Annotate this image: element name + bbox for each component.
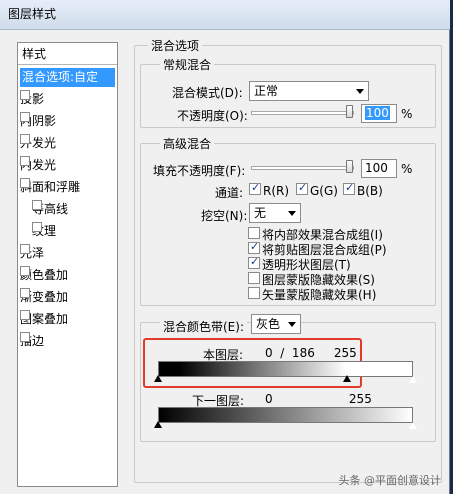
- this-layer-values: 0 / 186 255: [265, 346, 357, 360]
- satin-checkbox[interactable]: [20, 244, 30, 254]
- underlying-layer-gradient: [158, 407, 413, 423]
- stroke-checkbox[interactable]: [20, 332, 30, 342]
- blend-mode-select[interactable]: 正常: [249, 81, 369, 101]
- blend-if-select[interactable]: 灰色: [251, 314, 301, 334]
- chevron-down-icon: [288, 322, 296, 327]
- channel-r-label: R(R): [263, 184, 290, 198]
- style-item-contour[interactable]: 等高线: [20, 200, 115, 219]
- channel-g-label: G(G): [310, 184, 338, 198]
- style-item-bevel-emboss[interactable]: 斜面和浮雕: [20, 178, 115, 197]
- fill-opacity-label: 填充不透明度(F):: [153, 164, 246, 178]
- fill-opacity-input[interactable]: 100: [361, 159, 397, 178]
- style-item-texture[interactable]: 纹理: [20, 222, 115, 241]
- styles-list-header: 样式: [18, 43, 117, 65]
- drop-shadow-checkbox[interactable]: [20, 90, 30, 100]
- opacity-slider-thumb[interactable]: [346, 105, 353, 118]
- bevel-emboss-checkbox[interactable]: [20, 178, 30, 188]
- pattern-overlay-checkbox[interactable]: [20, 310, 30, 320]
- contour-checkbox[interactable]: [32, 200, 42, 210]
- watermark: 头条 @平面创意设计: [338, 474, 442, 487]
- style-item-stroke[interactable]: 描边: [20, 332, 115, 351]
- inner-shadow-checkbox[interactable]: [20, 112, 30, 122]
- vector-mask-hides-checkbox[interactable]: [248, 287, 260, 299]
- channel-g-checkbox[interactable]: [296, 181, 308, 195]
- transparency-shapes-checkbox[interactable]: [248, 255, 260, 269]
- window-title: 图层样式: [8, 7, 57, 21]
- color-overlay-checkbox[interactable]: [20, 266, 30, 276]
- underlying-layer-values: 0 255: [265, 392, 372, 406]
- underlying-layer-white-slider[interactable]: [408, 421, 418, 430]
- fill-opacity-slider-thumb[interactable]: [346, 160, 353, 173]
- this-layer-split-slider[interactable]: [343, 375, 351, 382]
- layer-style-dialog: 图层样式 样式 混合选项:自定 投影 内阴影 外发光 内发光 斜面和浮雕 等高线…: [0, 0, 450, 494]
- chevron-down-icon: [288, 211, 296, 216]
- underlying-layer-black-slider[interactable]: [154, 421, 162, 428]
- chevron-down-icon: [356, 89, 364, 94]
- layer-mask-hides-checkbox[interactable]: [248, 272, 260, 284]
- texture-checkbox[interactable]: [32, 222, 42, 232]
- opacity-unit: %: [401, 107, 413, 121]
- blend-interior-checkbox[interactable]: [248, 227, 260, 239]
- advanced-blending-title: 高级混合: [160, 135, 215, 152]
- blend-mode-value: 正常: [254, 84, 279, 98]
- style-item-pattern-overlay[interactable]: 图案叠加: [20, 310, 115, 329]
- blend-if-label: 混合颜色带(E):: [160, 318, 247, 335]
- opacity-slider-track[interactable]: [251, 111, 354, 115]
- this-layer-white-slider[interactable]: [408, 375, 418, 384]
- general-blending-title: 常规混合: [160, 56, 215, 73]
- style-item-outer-glow[interactable]: 外发光: [20, 134, 115, 153]
- style-item-inner-shadow[interactable]: 内阴影: [20, 112, 115, 131]
- fill-opacity-unit: %: [401, 162, 413, 176]
- style-item-satin[interactable]: 光泽: [20, 244, 115, 263]
- knockout-select[interactable]: 无: [249, 203, 301, 223]
- title-bar: 图层样式: [0, 0, 450, 30]
- styles-list: 样式 混合选项:自定 投影 内阴影 外发光 内发光 斜面和浮雕 等高线 纹理 光…: [17, 42, 118, 487]
- opacity-value: 100: [365, 106, 390, 120]
- this-layer-gradient: [158, 361, 413, 377]
- opacity-input[interactable]: 100: [361, 104, 397, 123]
- fill-opacity-slider-track[interactable]: [251, 166, 354, 170]
- vector-mask-hides-label: 矢量蒙版隐藏效果(H): [262, 288, 377, 302]
- style-item-label: 混合选项:自定: [22, 70, 99, 84]
- fill-opacity-value: 100: [365, 161, 388, 175]
- gradient-overlay-checkbox[interactable]: [20, 288, 30, 298]
- style-item-gradient-overlay[interactable]: 渐变叠加: [20, 288, 115, 307]
- channel-r-checkbox[interactable]: [249, 181, 261, 195]
- blend-if-value: 灰色: [256, 317, 281, 331]
- style-item-color-overlay[interactable]: 颜色叠加: [20, 266, 115, 285]
- blending-options-title: 混合选项: [148, 37, 203, 54]
- knockout-label: 挖空(N):: [201, 209, 248, 223]
- blend-mode-label: 混合模式(D):: [172, 86, 243, 100]
- channel-b-label: B(B): [357, 184, 383, 198]
- channel-b-checkbox[interactable]: [343, 181, 355, 195]
- blend-clipped-checkbox[interactable]: [248, 240, 260, 254]
- opacity-label: 不透明度(O):: [177, 109, 248, 123]
- inner-glow-checkbox[interactable]: [20, 156, 30, 166]
- style-item-drop-shadow[interactable]: 投影: [20, 90, 115, 109]
- this-layer-black-slider[interactable]: [154, 375, 162, 382]
- outer-glow-checkbox[interactable]: [20, 134, 30, 144]
- style-item-blending-options[interactable]: 混合选项:自定: [20, 68, 115, 87]
- style-item-inner-glow[interactable]: 内发光: [20, 156, 115, 175]
- knockout-value: 无: [254, 206, 267, 220]
- channels-label: 通道:: [215, 186, 244, 200]
